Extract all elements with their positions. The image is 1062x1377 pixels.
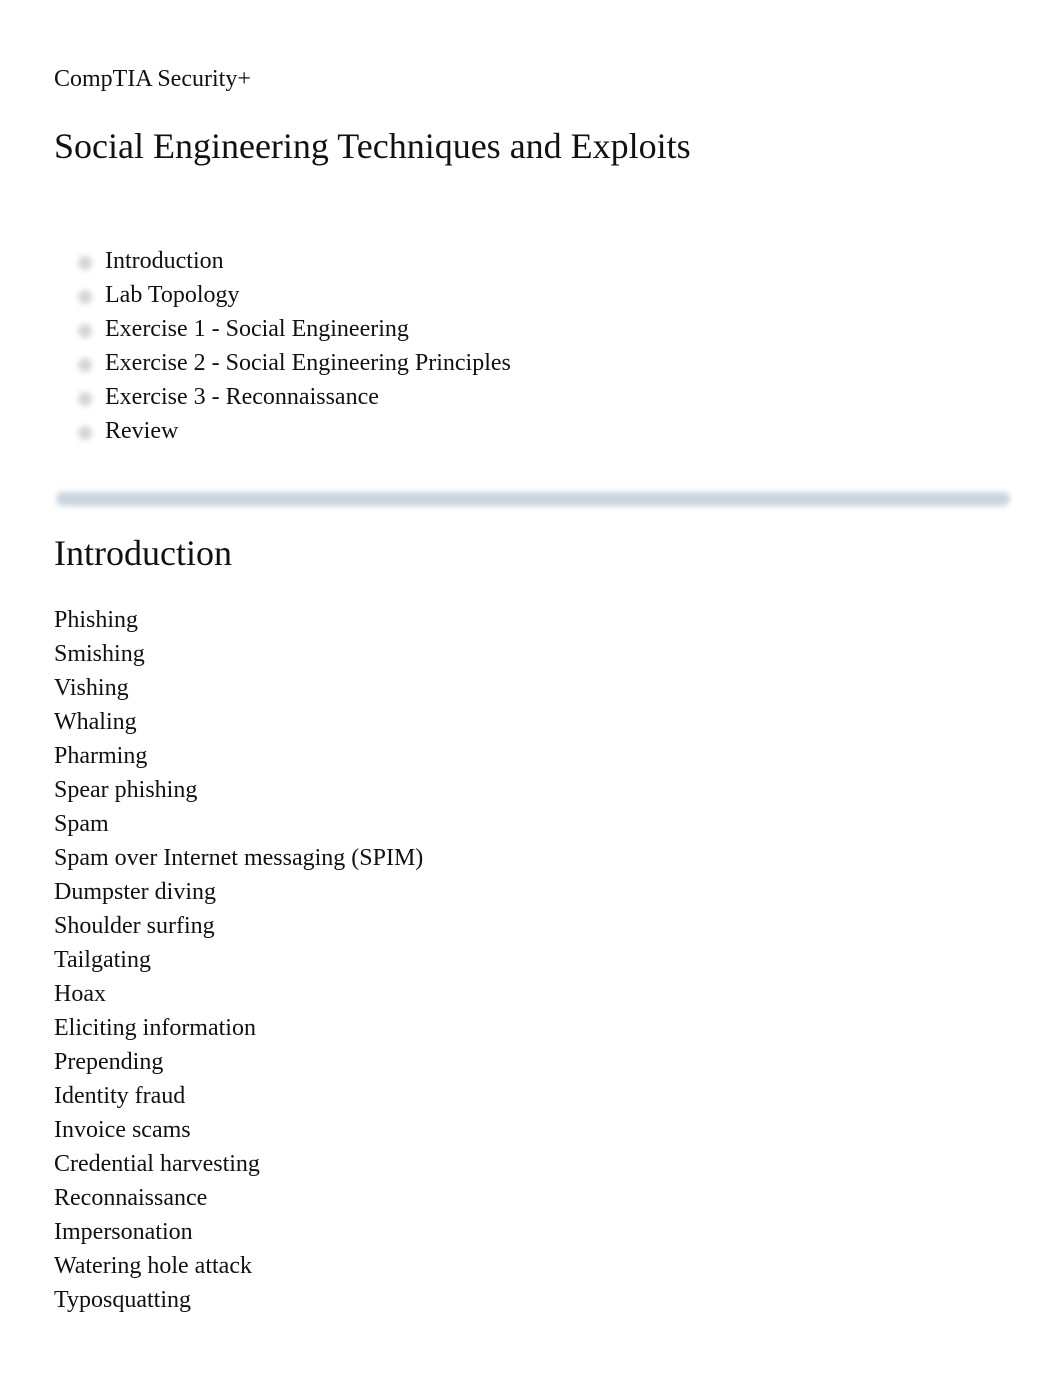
topic-item: Whaling bbox=[54, 709, 137, 735]
topic-item: Spam bbox=[54, 811, 109, 837]
bullet-icon bbox=[78, 256, 92, 270]
topic-item: Pharming bbox=[54, 743, 148, 769]
toc-item-label[interactable]: Lab Topology bbox=[105, 278, 240, 312]
toc-item-label[interactable]: Exercise 2 - Social Engineering Principl… bbox=[105, 346, 511, 380]
toc-item-exercise-3[interactable]: Exercise 3 - Reconnaissance bbox=[54, 380, 511, 414]
topic-item: Spear phishing bbox=[54, 777, 198, 803]
topic-item: Dumpster diving bbox=[54, 879, 216, 905]
topic-item: Spam over Internet messaging (SPIM) bbox=[54, 845, 424, 871]
toc-item-label[interactable]: Exercise 1 - Social Engineering bbox=[105, 312, 409, 346]
topic-item: Prepending bbox=[54, 1049, 164, 1075]
topic-item: Invoice scams bbox=[54, 1117, 191, 1143]
topic-item: Smishing bbox=[54, 641, 145, 667]
toc-item-introduction[interactable]: Introduction bbox=[54, 244, 511, 278]
topic-item: Eliciting information bbox=[54, 1015, 256, 1041]
toc-item-exercise-1[interactable]: Exercise 1 - Social Engineering bbox=[54, 312, 511, 346]
bullet-icon bbox=[78, 324, 92, 338]
toc-item-exercise-2[interactable]: Exercise 2 - Social Engineering Principl… bbox=[54, 346, 511, 380]
topic-item: Reconnaissance bbox=[54, 1185, 208, 1211]
topic-item: Shoulder surfing bbox=[54, 913, 215, 939]
toc-item-label[interactable]: Exercise 3 - Reconnaissance bbox=[105, 380, 379, 414]
topic-item: Credential harvesting bbox=[54, 1151, 260, 1177]
section-heading-introduction: Introduction bbox=[54, 533, 232, 573]
bullet-icon bbox=[78, 358, 92, 372]
toc-item-review[interactable]: Review bbox=[54, 414, 511, 448]
table-of-contents: Introduction Lab Topology Exercise 1 - S… bbox=[54, 244, 511, 448]
topic-item: Identity fraud bbox=[54, 1083, 186, 1109]
topic-item: Watering hole attack bbox=[54, 1253, 252, 1279]
toc-item-label[interactable]: Introduction bbox=[105, 244, 224, 278]
topic-item: Phishing bbox=[54, 607, 139, 633]
bullet-icon bbox=[78, 392, 92, 406]
topic-item: Hoax bbox=[54, 981, 106, 1007]
topic-item: Tailgating bbox=[54, 947, 151, 973]
bullet-icon bbox=[78, 290, 92, 304]
section-divider bbox=[56, 492, 1010, 506]
topic-item: Vishing bbox=[54, 675, 129, 701]
toc-item-label[interactable]: Review bbox=[105, 414, 178, 448]
toc-item-lab-topology[interactable]: Lab Topology bbox=[54, 278, 511, 312]
topic-list: Phishing Smishing Vishing Whaling Pharmi… bbox=[54, 603, 423, 1317]
course-name: CompTIA Security+ bbox=[54, 66, 251, 92]
bullet-icon bbox=[78, 426, 92, 440]
topic-item: Typosquatting bbox=[54, 1287, 191, 1313]
page-title: Social Engineering Techniques and Exploi… bbox=[54, 126, 691, 166]
topic-item: Impersonation bbox=[54, 1219, 193, 1245]
